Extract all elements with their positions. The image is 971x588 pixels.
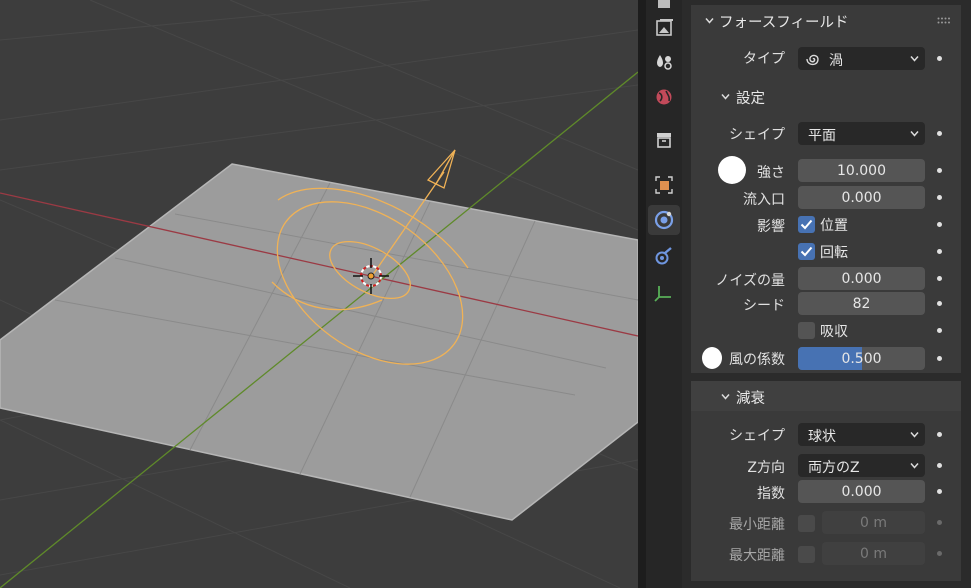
affect-location-label[interactable]: 位置 [820,215,848,235]
scene-icon [657,55,672,70]
collection-icon [657,133,671,148]
falloff-header-label: 減衰 [736,391,765,407]
noise-label: ノイズの量 [715,273,785,289]
min-distance-checkbox[interactable] [798,515,815,532]
strength-label: 強さ [757,165,785,181]
world-tab[interactable] [648,82,680,112]
physics-tab[interactable] [648,205,680,235]
max-distance-field[interactable]: 0 m [822,542,925,565]
keyframe-dot[interactable] [937,195,942,200]
max-distance-checkbox[interactable] [798,546,815,563]
type-dropdown[interactable]: 渦 [798,47,925,70]
type-value: 渦 [829,53,843,69]
keyframe-dot[interactable] [937,222,942,227]
chevron-down-icon [910,463,919,469]
chevron-down-icon [705,18,714,24]
shape-dropdown[interactable]: 平面 [798,122,925,145]
absorption-checkbox[interactable] [798,322,815,339]
keyframe-dot[interactable] [937,276,942,281]
world-icon [656,89,672,105]
keyframe-dot[interactable] [937,551,942,556]
absorption-label[interactable]: 吸収 [820,321,848,341]
3d-viewport[interactable] [0,0,638,588]
shape-value: 平面 [808,128,836,144]
wind-factor-color-circle [702,347,722,369]
z-direction-value: 両方のZ [808,460,860,476]
properties-panel[interactable]: フォースフィールド タイプ 渦 設定 シェイプ 平面 強さ 10.000 流入口… [682,0,971,588]
falloff-shape-value: 球状 [808,429,836,445]
chevron-down-icon [910,56,919,62]
chevron-down-icon [910,432,919,438]
scene-tab[interactable] [648,46,680,76]
settings-header-label: 設定 [736,91,765,107]
z-direction-dropdown[interactable]: 両方のZ [798,454,925,477]
strength-color-circle [718,156,746,184]
wind-factor-slider[interactable]: 0.500 [798,347,925,370]
keyframe-dot[interactable] [937,168,942,173]
render-icon [658,0,670,8]
keyframe-dot[interactable] [937,56,942,61]
force-field-icon [654,210,674,230]
affect-location-checkbox[interactable] [798,216,815,233]
keyframe-dot[interactable] [937,463,942,468]
area-divider[interactable] [638,0,646,588]
settings-subpanel-header[interactable]: 設定 [691,80,961,112]
power-field[interactable]: 0.000 [798,480,925,503]
checkmark-icon [800,219,813,230]
keyframe-dot[interactable] [937,489,942,494]
force-field-panel-header[interactable]: フォースフィールド [691,5,961,37]
output-tab[interactable] [648,13,680,43]
inflow-label: 流入口 [743,192,785,208]
chevron-down-icon [910,131,919,137]
checkmark-icon [800,246,813,257]
force-field-header-label: フォースフィールド [719,15,849,31]
keyframe-dot[interactable] [937,432,942,437]
data-tab[interactable] [648,277,680,307]
image-icon [656,19,673,36]
collection-tab[interactable] [648,125,680,155]
strength-field[interactable]: 10.000 [798,159,925,182]
object-tab[interactable] [648,170,680,200]
keyframe-dot[interactable] [937,328,942,333]
drag-handle-icon[interactable] [937,17,951,25]
seed-field[interactable]: 82 [798,292,925,315]
min-distance-field[interactable]: 0 m [822,511,925,534]
keyframe-dot[interactable] [937,131,942,136]
affect-rotation-checkbox[interactable] [798,243,815,260]
falloff-shape-label: シェイプ [729,428,785,444]
viewport-canvas[interactable] [0,0,638,588]
empty-axes-icon [654,286,671,302]
physics-icon [655,247,672,265]
object-icon [655,176,673,194]
type-label: タイプ [743,51,785,67]
inflow-field[interactable]: 0.000 [798,186,925,209]
min-distance-label: 最小距離 [729,517,785,533]
wind-factor-value: 0.500 [841,350,882,367]
noise-field[interactable]: 0.000 [798,267,925,290]
max-distance-label: 最大距離 [729,548,785,564]
falloff-subpanel-header[interactable]: 減衰 [691,381,961,411]
affect-rotation-label[interactable]: 回転 [820,242,848,262]
shape-label: シェイプ [729,127,785,143]
properties-tab-bar [646,0,682,588]
affect-label: 影響 [757,219,785,235]
vortex-icon [806,54,819,66]
chevron-down-icon [721,394,730,400]
seed-label: シード [743,298,785,314]
chevron-down-icon [721,94,730,100]
keyframe-dot[interactable] [937,301,942,306]
keyframe-dot[interactable] [937,249,942,254]
wind-factor-label: 風の係数 [729,352,785,368]
falloff-shape-dropdown[interactable]: 球状 [798,423,925,446]
power-label: 指数 [757,486,785,502]
keyframe-dot[interactable] [937,356,942,361]
keyframe-dot[interactable] [937,520,942,525]
z-direction-label: Z方向 [747,460,785,476]
constraints-tab[interactable] [648,241,680,271]
